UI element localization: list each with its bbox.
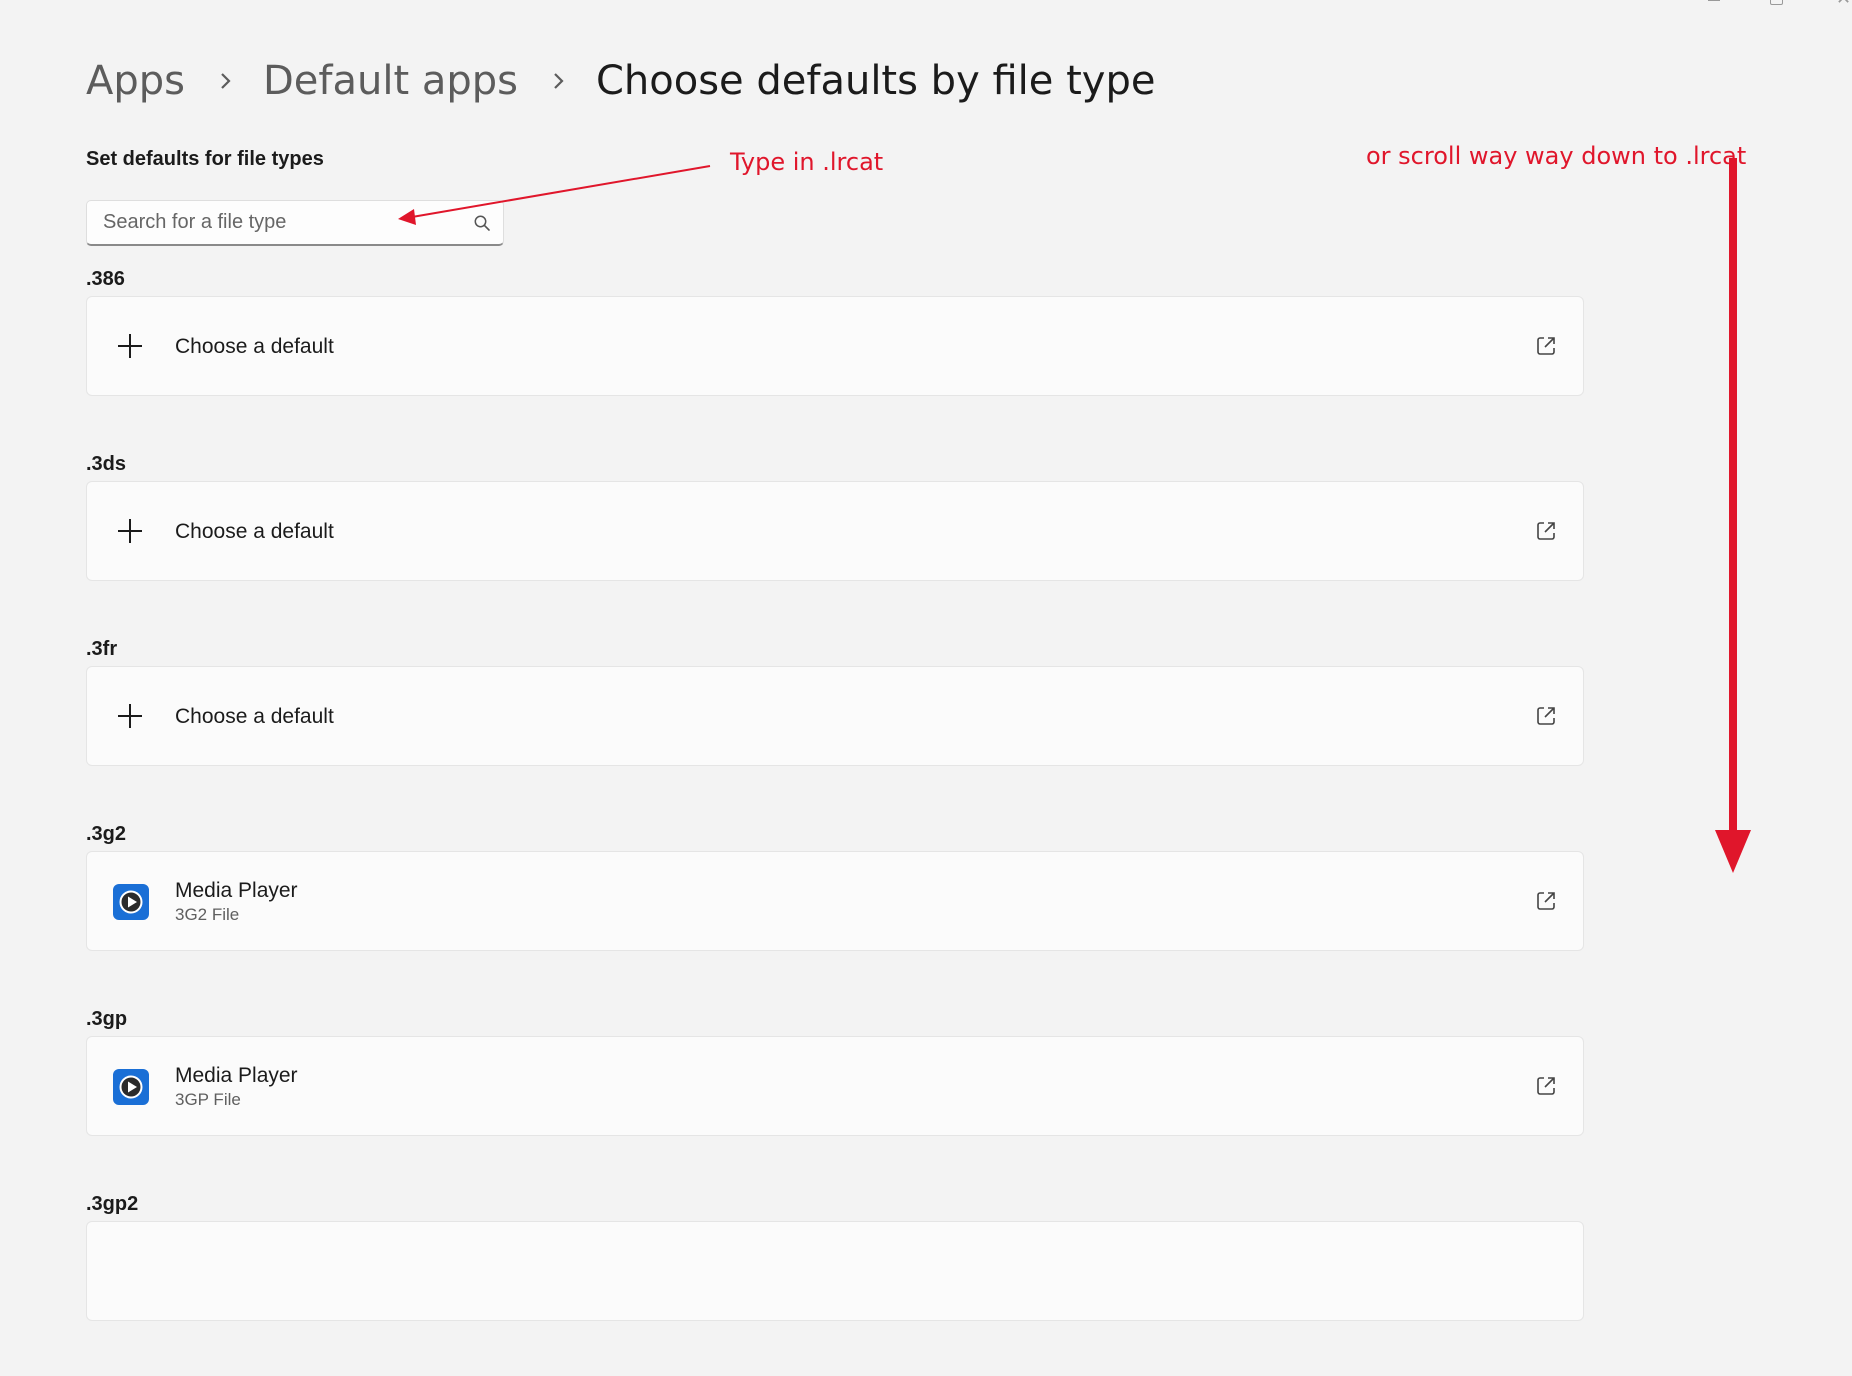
maximize-icon[interactable] xyxy=(1768,0,1784,6)
window-controls: ✕ xyxy=(1652,0,1852,10)
file-type-list: .386 Choose a default .3ds Choose a defa… xyxy=(86,266,1586,1376)
minimize-icon[interactable] xyxy=(1706,0,1722,6)
default-app-name: Choose a default xyxy=(175,705,334,728)
choose-default-button[interactable]: Choose a default xyxy=(86,666,1584,766)
breadcrumb: Apps Default apps Choose defaults by fil… xyxy=(86,58,1155,104)
close-icon[interactable]: ✕ xyxy=(1836,0,1852,7)
file-type-group: .3ds Choose a default xyxy=(86,451,1586,636)
file-extension-label: .3gp xyxy=(86,1008,128,1030)
open-external-icon[interactable] xyxy=(1535,520,1557,542)
chevron-right-icon xyxy=(211,61,241,101)
breadcrumb-apps[interactable]: Apps xyxy=(86,58,185,104)
search-icon[interactable] xyxy=(473,214,491,232)
chevron-right-icon xyxy=(544,61,574,101)
default-app-button[interactable] xyxy=(86,1221,1584,1321)
open-external-icon[interactable] xyxy=(1535,890,1557,912)
plus-icon xyxy=(113,514,147,548)
annotation-type-hint: Type in .lrcat xyxy=(730,148,884,176)
choose-default-button[interactable]: Choose a default xyxy=(86,481,1584,581)
breadcrumb-default-apps[interactable]: Default apps xyxy=(263,58,518,104)
default-app-name: Media Player xyxy=(175,879,298,902)
default-app-button[interactable]: Media Player 3GP File xyxy=(86,1036,1584,1136)
default-app-name: Media Player xyxy=(175,1064,298,1087)
file-type-description: 3GP File xyxy=(175,1090,241,1109)
default-app-name: Choose a default xyxy=(175,335,334,358)
file-extension-label: .386 xyxy=(86,268,125,290)
file-type-group: .3g2 Media Player 3G2 File xyxy=(86,821,1586,1006)
annotation-scroll-hint: or scroll way way down to .lrcat xyxy=(1366,142,1747,170)
file-type-group: .3gp Media Player 3GP File xyxy=(86,1006,1586,1191)
search-input[interactable] xyxy=(87,201,463,243)
search-box[interactable] xyxy=(86,200,504,246)
choose-default-button[interactable]: Choose a default xyxy=(86,296,1584,396)
section-title: Set defaults for file types xyxy=(86,148,324,170)
annotation-arrowhead-scroll xyxy=(1715,830,1751,873)
file-extension-label: .3gp2 xyxy=(86,1193,139,1215)
plus-icon xyxy=(113,329,147,363)
file-type-description: 3G2 File xyxy=(175,905,240,924)
file-type-group: .3gp2 xyxy=(86,1191,1586,1376)
open-external-icon[interactable] xyxy=(1535,335,1557,357)
page-title: Choose defaults by file type xyxy=(595,58,1156,104)
file-extension-label: .3fr xyxy=(86,638,118,660)
media-player-icon xyxy=(113,884,149,920)
default-app-button[interactable]: Media Player 3G2 File xyxy=(86,851,1584,951)
file-type-group: .3fr Choose a default xyxy=(86,636,1586,821)
default-app-name: Choose a default xyxy=(175,520,334,543)
file-type-group: .386 Choose a default xyxy=(86,266,1586,451)
media-player-icon xyxy=(113,1069,149,1105)
plus-icon xyxy=(113,699,147,733)
file-extension-label: .3g2 xyxy=(86,823,127,845)
open-external-icon[interactable] xyxy=(1535,705,1557,727)
open-external-icon[interactable] xyxy=(1535,1075,1557,1097)
file-extension-label: .3ds xyxy=(86,453,127,475)
